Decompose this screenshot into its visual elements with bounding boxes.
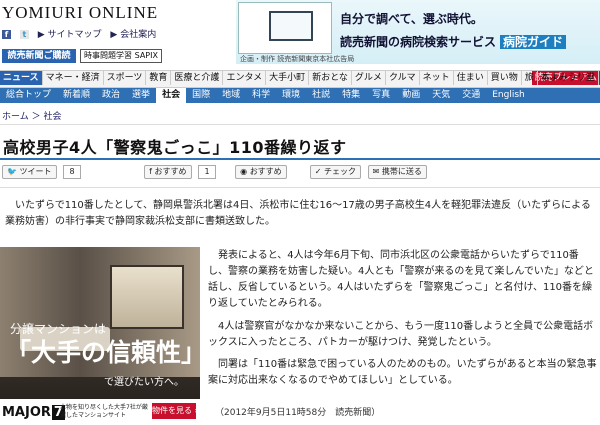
- subnav-item[interactable]: 科学: [246, 88, 276, 103]
- subnav-item[interactable]: 社説: [306, 88, 336, 103]
- subnav-item[interactable]: 天気: [426, 88, 456, 103]
- banner-illustration: [238, 2, 332, 54]
- nav-item[interactable]: グルメ: [352, 71, 386, 85]
- ad-small-text: 本物を知り尽くした大手7社が厳選したマンションサイト: [60, 404, 148, 419]
- article-paragraph-2: 発表によると、4人は今年6月下旬、同市浜北区の公衆電話からいたずらで110番し、…: [208, 250, 594, 309]
- subnav-item[interactable]: 動画: [396, 88, 426, 103]
- nav-item[interactable]: 大手小町: [266, 71, 310, 85]
- ad-text-3: で選びたい方へ。: [104, 377, 184, 388]
- subnav-item[interactable]: 政治: [96, 88, 126, 103]
- recommend-button[interactable]: f おすすめ: [144, 165, 192, 179]
- nav-item[interactable]: クルマ: [386, 71, 420, 85]
- nav-item[interactable]: 住まい: [454, 71, 488, 85]
- banner-subheadline: 読売新聞の病院検索サービス 病院ガイド: [340, 33, 567, 50]
- article-paragraph-4: 同署は「110番は緊急で困っている人のためのもの。いたずらがあると本当の緊急事案…: [208, 359, 597, 386]
- nav-item[interactable]: 新おとな: [309, 71, 352, 85]
- twitter-icon[interactable]: t: [19, 30, 29, 39]
- tweet-button[interactable]: 🐦 ツイート: [2, 165, 57, 179]
- nav-item[interactable]: 買い物: [488, 71, 522, 85]
- social-bar: 🐦 ツイート 8 f おすすめ 1 ◉ おすすめ ✓ チェック ✉ 携帯に送る: [2, 165, 431, 179]
- subnav-item[interactable]: 新着順: [57, 88, 96, 103]
- monitor-icon: [269, 11, 313, 41]
- major7-logo: MAJOR 7: [2, 405, 65, 420]
- article-dateline: （2012年9月5日11時58分 読売新聞）: [215, 408, 381, 418]
- nav-item[interactable]: エンタメ: [223, 71, 267, 85]
- subnav-item[interactable]: 社会: [156, 88, 187, 103]
- nav-item[interactable]: 本よみうり堂: [538, 71, 599, 85]
- nav-item[interactable]: 旅: [522, 71, 538, 85]
- divider: [0, 187, 600, 188]
- mansion-ad[interactable]: 分譲マンションは 「大手の信頼性」 で選びたい方へ。 MAJOR 7 本物を知り尽…: [0, 247, 200, 425]
- nav-item[interactable]: ネット: [420, 71, 454, 85]
- subnav-item[interactable]: 写真: [366, 88, 396, 103]
- divider: [0, 124, 600, 125]
- company-link[interactable]: ▶ 会社案内: [110, 30, 156, 40]
- ad-window: [110, 265, 184, 329]
- subnav-item[interactable]: 選挙: [126, 88, 156, 103]
- subnav-item[interactable]: 特集: [336, 88, 366, 103]
- subnav-item[interactable]: 地域: [216, 88, 246, 103]
- title-underline: [0, 158, 600, 160]
- article-paragraph-3: 4人は警察官がなかなか来ないことから、もう一度110番しようと全員で公衆電話ボッ…: [208, 321, 594, 348]
- article-title: 高校男子4人「警察鬼ごっこ」110番繰り返す: [3, 138, 347, 157]
- nav-item[interactable]: 医療と介護: [171, 71, 224, 85]
- site-logo[interactable]: YOMIURI ONLINE: [2, 3, 232, 25]
- subnav-item[interactable]: 交通: [456, 88, 486, 103]
- breadcrumb[interactable]: ホーム ＞ 社会: [2, 109, 61, 122]
- sitemap-link[interactable]: ▶ サイトマップ: [38, 30, 102, 40]
- nav-item[interactable]: 教育: [146, 71, 172, 85]
- article-paragraph-1: いたずらで110番したとして、静岡県警浜北署は4日、浜松市に住む16〜17歳の男…: [5, 200, 591, 227]
- recommend-count: 1: [198, 165, 217, 179]
- sapix-button[interactable]: 時事問題学習 SAPIX: [80, 49, 162, 63]
- subnav-item[interactable]: English: [486, 88, 531, 103]
- ad-text-2: 「大手の信頼性」: [6, 338, 200, 367]
- facebook-icon[interactable]: f: [2, 30, 11, 39]
- sub-nav: 総合トップ 新着順 政治 選挙 社会 国際 地域 科学 環境 社説 特集 写真 動画 天気 交通 Englis…: [0, 88, 600, 103]
- check-button[interactable]: ✓ チェック: [309, 165, 362, 179]
- recommend2-button[interactable]: ◉ おすすめ: [235, 165, 287, 179]
- subscribe-button[interactable]: 読売新聞ご購読: [2, 49, 76, 63]
- tweet-count: 8: [63, 165, 82, 179]
- hospital-guide-banner[interactable]: 自分で調べて、選ぶ時代。 読売新聞の病院検索サービス 病院ガイド 企画・制作 読売…: [236, 0, 600, 64]
- send-to-mobile-button[interactable]: ✉ 携帯に送る: [367, 165, 427, 179]
- nav-item[interactable]: マネー・経済: [43, 71, 104, 85]
- header-links: f t ▶ サイトマップ ▶ 会社案内: [2, 27, 162, 40]
- ad-cta-button[interactable]: 物件を見る ›: [152, 403, 198, 419]
- banner-headline: 自分で調べて、選ぶ時代。: [340, 12, 483, 26]
- banner-credit: 企画・制作 読売新聞東京本社広告局: [240, 55, 355, 63]
- subnav-item[interactable]: 総合トップ: [0, 88, 57, 103]
- nav-item[interactable]: スポーツ: [104, 71, 147, 85]
- main-nav: 読売プレミアム ニュース マネー・経済 スポーツ 教育 医療と介護 エンタメ 大手小町 新おとな…: [0, 70, 600, 88]
- nav-item[interactable]: ニュース: [0, 71, 43, 85]
- subnav-item[interactable]: 国際: [186, 88, 216, 103]
- subnav-item[interactable]: 環境: [276, 88, 306, 103]
